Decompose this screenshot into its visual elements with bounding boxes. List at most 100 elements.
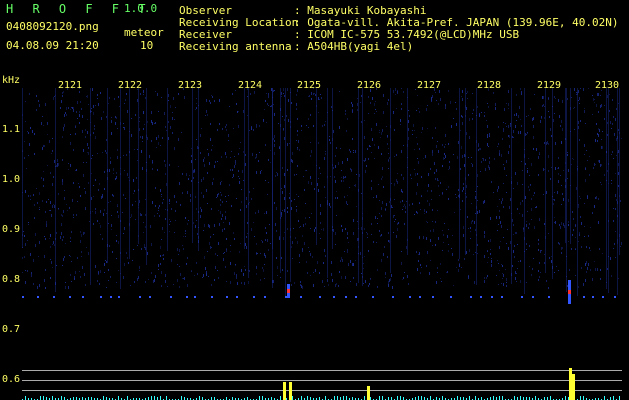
noise-pixel: [34, 133, 35, 135]
noise-pixel: [240, 142, 241, 143]
noise-pixel: [22, 272, 23, 273]
noise-pixel: [57, 163, 58, 165]
noise-pixel: [543, 194, 544, 195]
noise-pixel: [317, 183, 318, 186]
noise-pixel: [477, 244, 478, 246]
intensity-bar: [262, 396, 263, 400]
noise-pixel: [95, 265, 96, 268]
noise-pixel: [207, 251, 208, 252]
noise-pixel: [412, 134, 413, 135]
noise-pixel: [75, 271, 76, 274]
noise-streak: [138, 88, 139, 244]
noise-pixel: [319, 272, 320, 274]
noise-pixel: [256, 127, 257, 128]
noise-pixel: [538, 174, 539, 176]
noise-pixel: [135, 201, 136, 202]
noise-pixel: [499, 216, 500, 219]
noise-pixel: [310, 155, 311, 157]
noise-pixel: [266, 93, 267, 94]
noise-pixel: [64, 197, 65, 200]
noise-pixel: [438, 185, 439, 187]
noise-pixel: [291, 207, 292, 210]
noise-pixel: [116, 282, 117, 283]
noise-pixel: [267, 239, 268, 242]
noise-pixel: [502, 265, 503, 267]
noise-pixel: [80, 101, 81, 103]
noise-pixel: [567, 178, 568, 179]
noise-pixel: [313, 284, 314, 287]
noise-pixel: [369, 283, 370, 285]
noise-pixel: [61, 100, 62, 103]
noise-pixel: [35, 244, 36, 247]
noise-pixel: [463, 226, 464, 229]
noise-pixel: [499, 153, 500, 156]
antenna-label: Receiving antenna: [179, 40, 292, 53]
noise-pixel: [510, 123, 511, 124]
noise-pixel: [338, 285, 339, 287]
noise-pixel: [264, 278, 265, 279]
noise-pixel: [517, 208, 518, 210]
noise-pixel: [388, 240, 389, 242]
noise-pixel: [357, 238, 358, 241]
noise-pixel: [588, 235, 589, 237]
noise-pixel: [353, 219, 354, 222]
noise-pixel: [159, 205, 160, 207]
noise-pixel: [374, 103, 375, 106]
intensity-bar: [550, 396, 551, 400]
noise-pixel: [319, 167, 320, 169]
noise-pixel: [47, 165, 48, 166]
noise-pixel: [116, 172, 117, 174]
noise-pixel: [434, 172, 435, 174]
noise-pixel: [147, 252, 148, 255]
noise-pixel: [69, 207, 70, 209]
noise-pixel: [394, 129, 395, 131]
noise-pixel: [123, 123, 124, 124]
noise-pixel: [457, 156, 458, 159]
noise-pixel: [434, 88, 435, 91]
noise-pixel: [289, 143, 290, 144]
noise-pixel: [371, 180, 372, 182]
noise-pixel: [294, 199, 295, 200]
noise-pixel: [319, 99, 320, 100]
noise-pixel: [262, 241, 263, 243]
noise-pixel: [147, 137, 148, 140]
noise-pixel: [568, 224, 569, 226]
noise-pixel: [443, 157, 444, 160]
noise-pixel: [491, 260, 492, 263]
noise-pixel: [145, 97, 146, 99]
noise-pixel: [268, 249, 269, 251]
noise-pixel: [426, 211, 427, 213]
noise-pixel: [106, 139, 107, 141]
noise-pixel: [505, 269, 506, 270]
noise-pixel: [137, 149, 138, 150]
noise-pixel: [221, 194, 222, 196]
noise-pixel: [409, 204, 410, 206]
noise-pixel: [595, 164, 596, 165]
noise-pixel: [279, 237, 280, 240]
intensity-bar: [430, 396, 431, 400]
noise-pixel: [295, 237, 296, 239]
noise-pixel: [620, 200, 621, 202]
noise-pixel: [602, 131, 603, 132]
noise-pixel: [233, 128, 234, 129]
noise-pixel: [519, 213, 520, 214]
noise-pixel: [584, 236, 585, 237]
noise-pixel: [508, 135, 509, 137]
noise-pixel: [320, 94, 321, 95]
noise-pixel: [389, 201, 390, 203]
noise-pixel: [342, 161, 343, 164]
noise-pixel: [427, 200, 428, 202]
noise-pixel: [544, 142, 545, 144]
intensity-bar: [325, 396, 326, 400]
noise-pixel: [578, 204, 579, 205]
noise-pixel: [251, 198, 252, 200]
noise-pixel: [135, 219, 136, 220]
noise-pixel: [428, 173, 429, 176]
noise-pixel: [463, 183, 464, 185]
noise-pixel: [453, 285, 454, 286]
noise-pixel: [87, 152, 88, 153]
carrier-dot: [532, 296, 534, 298]
noise-pixel: [530, 108, 531, 110]
noise-pixel: [498, 126, 499, 128]
noise-pixel: [373, 197, 374, 198]
